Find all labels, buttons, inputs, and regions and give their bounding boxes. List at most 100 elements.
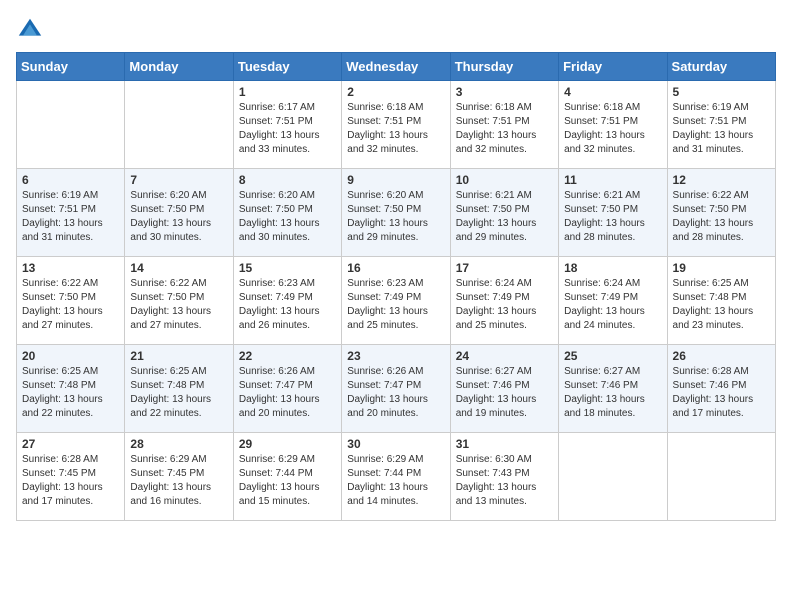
- day-info: Sunrise: 6:20 AM Sunset: 7:50 PM Dayligh…: [130, 189, 227, 245]
- day-number: 31: [456, 437, 553, 451]
- day-cell: 15 Sunrise: 6:23 AM Sunset: 7:49 PM Dayli…: [233, 257, 341, 345]
- day-cell: 10Sunrise: 6:21 AM Sunset: 7:50 PM Dayli…: [450, 169, 558, 257]
- day-number: 2: [347, 85, 444, 99]
- day-cell: 4 Sunrise: 6:18 AM Sunset: 7:51 PM Daylig…: [559, 81, 667, 169]
- day-number: 3: [456, 85, 553, 99]
- day-info: Sunrise: 6:28 AM Sunset: 7:46 PM Dayligh…: [673, 365, 770, 421]
- calendar-table: SundayMondayTuesdayWednesdayThursdayFrid…: [16, 52, 776, 521]
- day-number: 30: [347, 437, 444, 451]
- day-info: Sunrise: 6:18 AM Sunset: 7:51 PM Dayligh…: [347, 101, 444, 157]
- day-cell: 5 Sunrise: 6:19 AM Sunset: 7:51 PM Daylig…: [667, 81, 775, 169]
- weekday-header-wednesday: Wednesday: [342, 53, 450, 81]
- day-number: 27: [22, 437, 119, 451]
- day-number: 26: [673, 349, 770, 363]
- day-cell: 21 Sunrise: 6:25 AM Sunset: 7:48 PM Dayli…: [125, 345, 233, 433]
- day-number: 6: [22, 173, 119, 187]
- day-info: Sunrise: 6:18 AM Sunset: 7:51 PM Dayligh…: [564, 101, 661, 157]
- day-info: Sunrise: 6:22 AM Sunset: 7:50 PM Dayligh…: [673, 189, 770, 245]
- day-cell: 28Sunrise: 6:29 AM Sunset: 7:45 PM Dayli…: [125, 433, 233, 521]
- day-number: 5: [673, 85, 770, 99]
- day-number: 22: [239, 349, 336, 363]
- week-row-5: 27 Sunrise: 6:28 AM Sunset: 7:45 PM Dayli…: [17, 433, 776, 521]
- day-cell: 18 Sunrise: 6:24 AM Sunset: 7:49 PM Dayli…: [559, 257, 667, 345]
- day-cell: 1Sunrise: 6:17 AM Sunset: 7:51 PM Daylig…: [233, 81, 341, 169]
- day-cell: 27 Sunrise: 6:28 AM Sunset: 7:45 PM Dayli…: [17, 433, 125, 521]
- week-row-1: 1Sunrise: 6:17 AM Sunset: 7:51 PM Daylig…: [17, 81, 776, 169]
- day-info: Sunrise: 6:18 AM Sunset: 7:51 PM Dayligh…: [456, 101, 553, 157]
- weekday-header-row: SundayMondayTuesdayWednesdayThursdayFrid…: [17, 53, 776, 81]
- day-info: Sunrise: 6:25 AM Sunset: 7:48 PM Dayligh…: [22, 365, 119, 421]
- day-info: Sunrise: 6:20 AM Sunset: 7:50 PM Dayligh…: [239, 189, 336, 245]
- day-number: 29: [239, 437, 336, 451]
- day-cell: 25 Sunrise: 6:27 AM Sunset: 7:46 PM Dayli…: [559, 345, 667, 433]
- day-number: 11: [564, 173, 661, 187]
- weekday-header-sunday: Sunday: [17, 53, 125, 81]
- day-cell: 23Sunrise: 6:26 AM Sunset: 7:47 PM Dayli…: [342, 345, 450, 433]
- day-info: Sunrise: 6:17 AM Sunset: 7:51 PM Dayligh…: [239, 101, 336, 157]
- day-cell: 8 Sunrise: 6:20 AM Sunset: 7:50 PM Daylig…: [233, 169, 341, 257]
- weekday-header-tuesday: Tuesday: [233, 53, 341, 81]
- day-number: 18: [564, 261, 661, 275]
- day-info: Sunrise: 6:25 AM Sunset: 7:48 PM Dayligh…: [130, 365, 227, 421]
- day-info: Sunrise: 6:29 AM Sunset: 7:45 PM Dayligh…: [130, 453, 227, 509]
- day-number: 25: [564, 349, 661, 363]
- day-info: Sunrise: 6:24 AM Sunset: 7:49 PM Dayligh…: [456, 277, 553, 333]
- day-info: Sunrise: 6:30 AM Sunset: 7:43 PM Dayligh…: [456, 453, 553, 509]
- day-number: 17: [456, 261, 553, 275]
- day-number: 4: [564, 85, 661, 99]
- day-info: Sunrise: 6:19 AM Sunset: 7:51 PM Dayligh…: [673, 101, 770, 157]
- day-cell: 16 Sunrise: 6:23 AM Sunset: 7:49 PM Dayli…: [342, 257, 450, 345]
- day-number: 12: [673, 173, 770, 187]
- day-info: Sunrise: 6:28 AM Sunset: 7:45 PM Dayligh…: [22, 453, 119, 509]
- day-cell: 12 Sunrise: 6:22 AM Sunset: 7:50 PM Dayli…: [667, 169, 775, 257]
- weekday-header-friday: Friday: [559, 53, 667, 81]
- logo-icon: [16, 16, 44, 44]
- day-cell: 14Sunrise: 6:22 AM Sunset: 7:50 PM Dayli…: [125, 257, 233, 345]
- day-cell: 11 Sunrise: 6:21 AM Sunset: 7:50 PM Dayli…: [559, 169, 667, 257]
- day-number: 14: [130, 261, 227, 275]
- day-number: 9: [347, 173, 444, 187]
- day-info: Sunrise: 6:20 AM Sunset: 7:50 PM Dayligh…: [347, 189, 444, 245]
- day-info: Sunrise: 6:29 AM Sunset: 7:44 PM Dayligh…: [239, 453, 336, 509]
- day-cell: 3 Sunrise: 6:18 AM Sunset: 7:51 PM Daylig…: [450, 81, 558, 169]
- day-cell: 29 Sunrise: 6:29 AM Sunset: 7:44 PM Dayli…: [233, 433, 341, 521]
- day-cell: 24 Sunrise: 6:27 AM Sunset: 7:46 PM Dayli…: [450, 345, 558, 433]
- day-cell: 31 Sunrise: 6:30 AM Sunset: 7:43 PM Dayli…: [450, 433, 558, 521]
- weekday-header-saturday: Saturday: [667, 53, 775, 81]
- day-info: Sunrise: 6:27 AM Sunset: 7:46 PM Dayligh…: [456, 365, 553, 421]
- day-info: Sunrise: 6:26 AM Sunset: 7:47 PM Dayligh…: [347, 365, 444, 421]
- day-cell: 7 Sunrise: 6:20 AM Sunset: 7:50 PM Daylig…: [125, 169, 233, 257]
- day-number: 16: [347, 261, 444, 275]
- day-cell: 22Sunrise: 6:26 AM Sunset: 7:47 PM Dayli…: [233, 345, 341, 433]
- day-info: Sunrise: 6:29 AM Sunset: 7:44 PM Dayligh…: [347, 453, 444, 509]
- day-number: 20: [22, 349, 119, 363]
- day-info: Sunrise: 6:25 AM Sunset: 7:48 PM Dayligh…: [673, 277, 770, 333]
- day-info: Sunrise: 6:24 AM Sunset: 7:49 PM Dayligh…: [564, 277, 661, 333]
- week-row-2: 6 Sunrise: 6:19 AM Sunset: 7:51 PM Daylig…: [17, 169, 776, 257]
- day-info: Sunrise: 6:21 AM Sunset: 7:50 PM Dayligh…: [456, 189, 553, 245]
- day-cell: 30 Sunrise: 6:29 AM Sunset: 7:44 PM Dayli…: [342, 433, 450, 521]
- day-number: 8: [239, 173, 336, 187]
- day-cell: [17, 81, 125, 169]
- weekday-header-thursday: Thursday: [450, 53, 558, 81]
- day-number: 7: [130, 173, 227, 187]
- day-info: Sunrise: 6:19 AM Sunset: 7:51 PM Dayligh…: [22, 189, 119, 245]
- day-cell: 20 Sunrise: 6:25 AM Sunset: 7:48 PM Dayli…: [17, 345, 125, 433]
- logo: [16, 16, 48, 44]
- day-number: 15: [239, 261, 336, 275]
- day-cell: 26 Sunrise: 6:28 AM Sunset: 7:46 PM Dayli…: [667, 345, 775, 433]
- weekday-header-monday: Monday: [125, 53, 233, 81]
- day-info: Sunrise: 6:22 AM Sunset: 7:50 PM Dayligh…: [22, 277, 119, 333]
- week-row-4: 20 Sunrise: 6:25 AM Sunset: 7:48 PM Dayli…: [17, 345, 776, 433]
- day-number: 21: [130, 349, 227, 363]
- day-number: 19: [673, 261, 770, 275]
- day-cell: 6 Sunrise: 6:19 AM Sunset: 7:51 PM Daylig…: [17, 169, 125, 257]
- day-cell: 2 Sunrise: 6:18 AM Sunset: 7:51 PM Daylig…: [342, 81, 450, 169]
- day-info: Sunrise: 6:23 AM Sunset: 7:49 PM Dayligh…: [347, 277, 444, 333]
- day-info: Sunrise: 6:21 AM Sunset: 7:50 PM Dayligh…: [564, 189, 661, 245]
- day-number: 24: [456, 349, 553, 363]
- day-cell: 13Sunrise: 6:22 AM Sunset: 7:50 PM Dayli…: [17, 257, 125, 345]
- day-info: Sunrise: 6:27 AM Sunset: 7:46 PM Dayligh…: [564, 365, 661, 421]
- day-cell: 9 Sunrise: 6:20 AM Sunset: 7:50 PM Daylig…: [342, 169, 450, 257]
- day-info: Sunrise: 6:23 AM Sunset: 7:49 PM Dayligh…: [239, 277, 336, 333]
